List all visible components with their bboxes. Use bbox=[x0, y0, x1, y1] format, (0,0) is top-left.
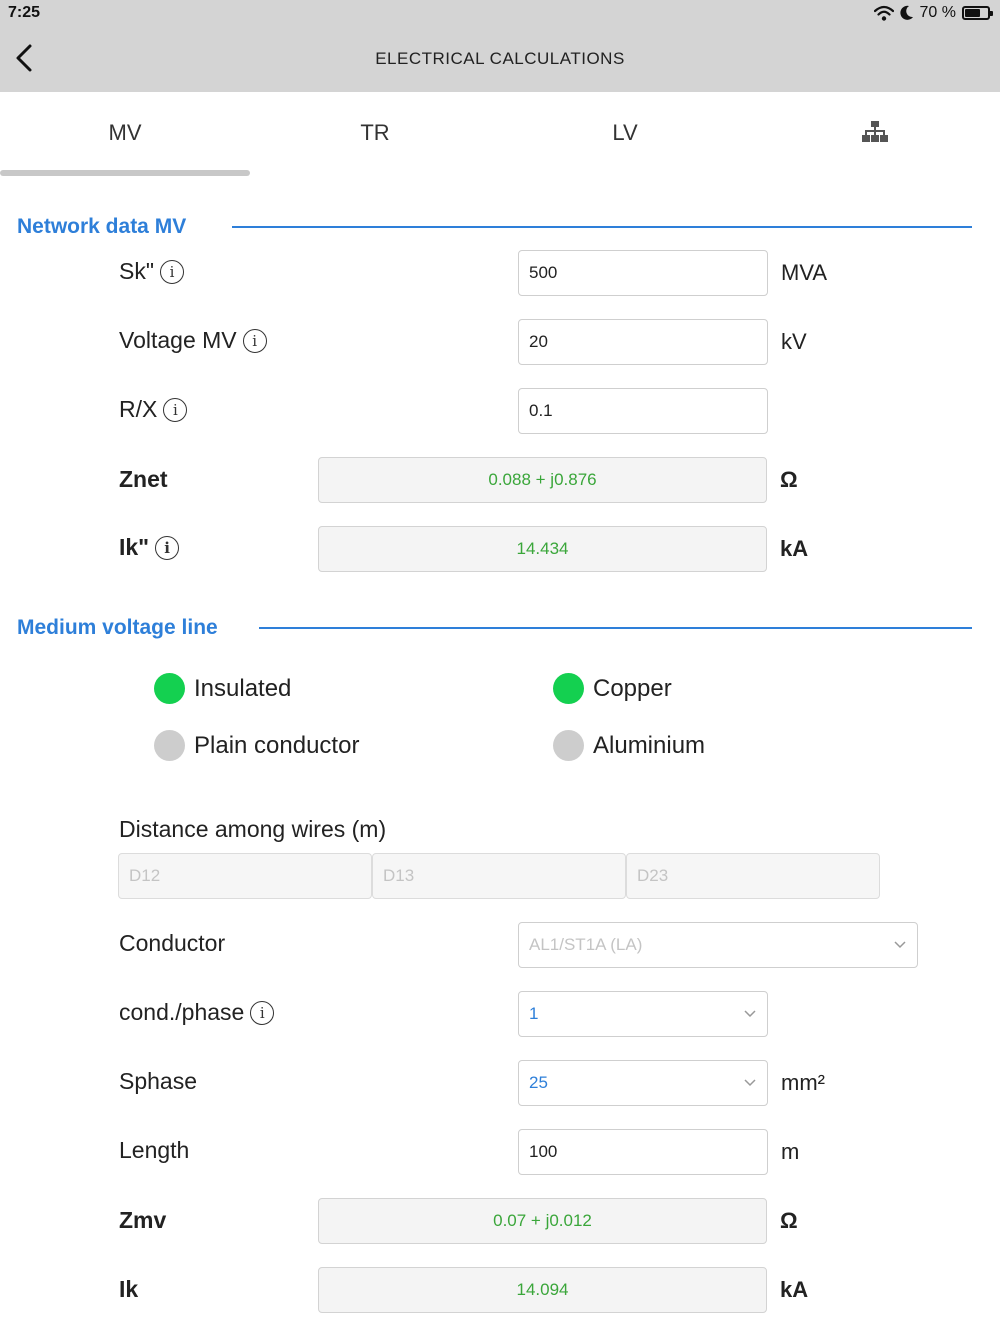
radio-insulated[interactable]: Insulated bbox=[154, 673, 291, 704]
tab-diagram[interactable] bbox=[750, 92, 1000, 174]
radio-insulated-label: Insulated bbox=[194, 674, 292, 702]
tab-tr[interactable]: TR bbox=[250, 92, 500, 174]
info-icon[interactable]: i bbox=[250, 1000, 275, 1025]
chevron-down-icon bbox=[744, 1010, 756, 1018]
radio-copper[interactable]: Copper bbox=[553, 673, 672, 704]
rx-label: R/X i bbox=[119, 396, 188, 423]
radio-dot-selected bbox=[553, 673, 584, 704]
radio-aluminium[interactable]: Aluminium bbox=[553, 730, 705, 761]
condphase-label-text: cond./phase bbox=[119, 999, 245, 1025]
sk-unit: MVA bbox=[781, 260, 828, 285]
d13-input[interactable]: D13 bbox=[372, 853, 626, 899]
radio-aluminium-label: Aluminium bbox=[593, 731, 706, 759]
radio-dot-selected bbox=[154, 673, 185, 704]
rx-input[interactable]: 0.1 bbox=[518, 388, 768, 434]
zmv-result: 0.07 + j0.012 bbox=[318, 1198, 767, 1244]
battery-icon bbox=[962, 6, 993, 20]
zmv-unit: Ω bbox=[780, 1208, 798, 1233]
ik-line-label: Ik bbox=[119, 1276, 139, 1302]
chevron-down-icon bbox=[744, 1079, 756, 1087]
voltage-unit: kV bbox=[781, 329, 807, 354]
section-divider bbox=[259, 627, 972, 629]
info-icon[interactable]: i bbox=[163, 397, 188, 422]
voltage-label: Voltage MV i bbox=[119, 327, 267, 354]
voltage-label-text: Voltage MV bbox=[119, 327, 237, 353]
conductor-value: AL1/ST1A (LA) bbox=[529, 935, 643, 954]
app-header: 7:25 70 % ELECTRICAL CALCULATIONS bbox=[0, 0, 1000, 92]
sphase-select[interactable]: 25 bbox=[518, 1060, 768, 1106]
info-icon[interactable]: i bbox=[155, 535, 180, 560]
moon-icon bbox=[899, 5, 913, 20]
radio-dot-unselected bbox=[553, 730, 584, 761]
section-divider bbox=[232, 226, 972, 228]
tab-mv-label: MV bbox=[108, 120, 142, 145]
tab-mv[interactable]: MV bbox=[0, 92, 250, 174]
active-tab-indicator bbox=[0, 170, 250, 176]
sk-label: Sk" i bbox=[119, 258, 185, 285]
d23-input[interactable]: D23 bbox=[626, 853, 880, 899]
battery-percent: 70 % bbox=[919, 4, 956, 21]
ik-label: Ik" i bbox=[119, 534, 180, 561]
sk-input[interactable]: 500 bbox=[518, 250, 768, 296]
sphase-value: 25 bbox=[529, 1073, 548, 1092]
chevron-down-icon bbox=[894, 941, 906, 949]
info-icon[interactable]: i bbox=[242, 328, 267, 353]
condphase-label: cond./phase i bbox=[119, 999, 275, 1026]
radio-plain-label: Plain conductor bbox=[194, 731, 360, 759]
conductor-label: Conductor bbox=[119, 930, 226, 956]
znet-result: 0.088 + j0.876 bbox=[318, 457, 767, 503]
status-indicators: 70 % bbox=[873, 4, 993, 22]
section-title-line: Medium voltage line bbox=[17, 616, 218, 639]
distance-label: Distance among wires (m) bbox=[119, 816, 387, 842]
tab-lv[interactable]: LV bbox=[500, 92, 750, 174]
sk-label-text: Sk" bbox=[119, 258, 155, 284]
length-unit: m bbox=[781, 1139, 800, 1164]
rx-label-text: R/X bbox=[119, 396, 158, 422]
tab-lv-label: LV bbox=[612, 120, 638, 145]
radio-plain-conductor[interactable]: Plain conductor bbox=[154, 730, 359, 761]
ik-result: 14.434 bbox=[318, 526, 767, 572]
ik-label-text: Ik" bbox=[119, 534, 150, 560]
condphase-value: 1 bbox=[529, 1004, 539, 1023]
sphase-label: Sphase bbox=[119, 1068, 198, 1094]
zmv-label: Zmv bbox=[119, 1207, 167, 1233]
length-input[interactable]: 100 bbox=[518, 1129, 768, 1175]
ik-line-result: 14.094 bbox=[318, 1267, 767, 1313]
status-time: 7:25 bbox=[8, 4, 41, 21]
znet-unit: Ω bbox=[780, 467, 798, 492]
conductor-select[interactable]: AL1/ST1A (LA) bbox=[518, 922, 918, 968]
tab-tr-label: TR bbox=[360, 120, 390, 145]
znet-label: Znet bbox=[119, 466, 168, 492]
network-hierarchy-icon bbox=[862, 121, 888, 142]
voltage-input[interactable]: 20 bbox=[518, 319, 768, 365]
wifi-icon bbox=[873, 5, 894, 21]
d12-input[interactable]: D12 bbox=[118, 853, 372, 899]
condphase-select[interactable]: 1 bbox=[518, 991, 768, 1037]
radio-copper-label: Copper bbox=[593, 674, 672, 702]
section-title-network: Network data MV bbox=[17, 215, 187, 238]
info-icon[interactable]: i bbox=[160, 259, 185, 284]
ik-line-unit: kA bbox=[780, 1277, 809, 1302]
sphase-unit: mm² bbox=[781, 1070, 825, 1095]
radio-dot-unselected bbox=[154, 730, 185, 761]
page-title: ELECTRICAL CALCULATIONS bbox=[375, 49, 625, 68]
length-label: Length bbox=[119, 1137, 190, 1163]
ik-unit: kA bbox=[780, 536, 809, 561]
